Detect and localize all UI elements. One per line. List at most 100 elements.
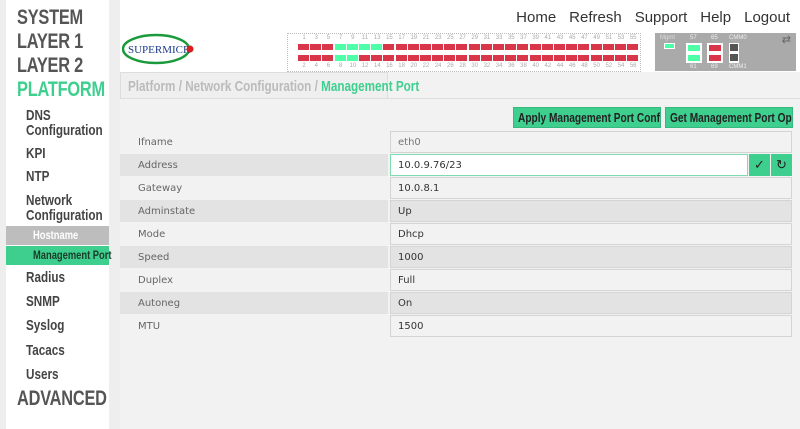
port-26[interactable] bbox=[444, 55, 456, 61]
port-65-69[interactable] bbox=[707, 43, 723, 63]
port-21[interactable] bbox=[419, 44, 431, 50]
nav-layer1[interactable]: LAYER 1 bbox=[17, 30, 83, 54]
port-40[interactable] bbox=[529, 55, 541, 61]
field-value[interactable]: Up bbox=[390, 200, 792, 222]
port-20[interactable] bbox=[407, 55, 419, 61]
port-5[interactable] bbox=[322, 44, 334, 50]
port-9[interactable] bbox=[346, 44, 358, 50]
port-29[interactable] bbox=[468, 44, 480, 50]
nav-layer2[interactable]: LAYER 2 bbox=[17, 54, 83, 78]
mgmt-port[interactable] bbox=[664, 43, 675, 49]
port-4[interactable] bbox=[310, 55, 322, 61]
nav-network-configuration[interactable]: Network Configuration bbox=[26, 193, 104, 223]
port-47[interactable] bbox=[578, 44, 590, 50]
port-2[interactable] bbox=[298, 55, 309, 61]
port-51[interactable] bbox=[602, 44, 614, 50]
port-46[interactable] bbox=[566, 55, 578, 61]
get-management-port-operstate-button[interactable]: Get Management Port Operstate bbox=[665, 107, 793, 128]
breadcrumb-platform[interactable]: Platform bbox=[128, 78, 175, 95]
port-48[interactable] bbox=[578, 55, 590, 61]
port-3[interactable] bbox=[310, 44, 322, 50]
port-7[interactable] bbox=[334, 44, 346, 50]
port-25[interactable] bbox=[444, 44, 456, 50]
field-value[interactable]: On bbox=[390, 292, 792, 314]
field-value[interactable]: Dhcp bbox=[390, 223, 792, 245]
nav-help[interactable]: Help bbox=[700, 9, 731, 26]
port-43[interactable] bbox=[553, 44, 565, 50]
port-17[interactable] bbox=[395, 44, 407, 50]
port-36[interactable] bbox=[505, 55, 517, 61]
cmm-slots[interactable] bbox=[729, 43, 739, 63]
port-57-61[interactable] bbox=[686, 43, 702, 63]
port-42[interactable] bbox=[541, 55, 553, 61]
nav-system[interactable]: SYSTEM bbox=[17, 6, 83, 30]
address-input[interactable]: 10.0.9.76/23 bbox=[390, 154, 748, 176]
port-15[interactable] bbox=[383, 44, 395, 50]
port-18[interactable] bbox=[395, 55, 407, 61]
nav-management-port[interactable]: Management Port bbox=[6, 246, 112, 265]
nav-snmp[interactable]: SNMP bbox=[26, 294, 60, 309]
field-row-gateway: Gateway 10.0.8.1 bbox=[120, 177, 800, 200]
port-12[interactable] bbox=[358, 55, 370, 61]
reset-icon[interactable]: ↻ bbox=[771, 154, 792, 176]
confirm-check-icon[interactable]: ✓ bbox=[749, 154, 770, 176]
refresh-icon[interactable]: ⇄ bbox=[782, 33, 791, 46]
field-value[interactable]: 10.0.8.1 bbox=[390, 177, 792, 199]
port-53[interactable] bbox=[614, 44, 626, 50]
port-45[interactable] bbox=[566, 44, 578, 50]
field-value[interactable]: 1000 bbox=[390, 246, 792, 268]
port-14[interactable] bbox=[371, 55, 383, 61]
port-19[interactable] bbox=[407, 44, 419, 50]
port-27[interactable] bbox=[456, 44, 468, 50]
field-row-adminstate: Adminstate Up bbox=[120, 200, 800, 223]
field-value[interactable]: Full bbox=[390, 269, 792, 291]
port-50[interactable] bbox=[590, 55, 602, 61]
port-52[interactable] bbox=[602, 55, 614, 61]
port-55[interactable] bbox=[627, 44, 639, 50]
port-31[interactable] bbox=[480, 44, 492, 50]
port-22[interactable] bbox=[419, 55, 431, 61]
port-49[interactable] bbox=[590, 44, 602, 50]
nav-dns-configuration[interactable]: DNS Configuration bbox=[26, 108, 104, 138]
port-44[interactable] bbox=[553, 55, 565, 61]
port-6[interactable] bbox=[322, 55, 334, 61]
port-35[interactable] bbox=[505, 44, 517, 50]
port-8[interactable] bbox=[334, 55, 346, 61]
nav-ntp[interactable]: NTP bbox=[26, 169, 49, 184]
port-32[interactable] bbox=[480, 55, 492, 61]
nav-users[interactable]: Users bbox=[26, 367, 59, 382]
port-33[interactable] bbox=[493, 44, 504, 50]
port-41[interactable] bbox=[541, 44, 553, 50]
port-56[interactable] bbox=[627, 55, 639, 61]
breadcrumb-network-configuration[interactable]: Network Configuration bbox=[185, 78, 311, 95]
port-34[interactable] bbox=[493, 55, 504, 61]
port-10[interactable] bbox=[346, 55, 358, 61]
nav-advanced[interactable]: ADVANCED bbox=[17, 387, 107, 411]
nav-platform[interactable]: PLATFORM bbox=[17, 78, 105, 102]
port-24[interactable] bbox=[432, 55, 444, 61]
nav-support[interactable]: Support bbox=[635, 9, 688, 26]
nav-syslog[interactable]: Syslog bbox=[26, 318, 64, 333]
nav-hostname[interactable]: Hostname bbox=[6, 226, 109, 245]
port-11[interactable] bbox=[358, 44, 370, 50]
nav-kpi[interactable]: KPI bbox=[26, 146, 46, 161]
nav-tacacs[interactable]: Tacacs bbox=[26, 343, 65, 358]
nav-home[interactable]: Home bbox=[516, 9, 556, 26]
port-37[interactable] bbox=[517, 44, 529, 50]
nav-logout[interactable]: Logout bbox=[744, 9, 790, 26]
sidebar: SYSTEM LAYER 1 LAYER 2 PLATFORM DNS Conf… bbox=[6, 0, 112, 429]
nav-refresh[interactable]: Refresh bbox=[569, 9, 622, 26]
port-1[interactable] bbox=[298, 44, 309, 50]
port-13[interactable] bbox=[371, 44, 383, 50]
field-label: Speed bbox=[120, 246, 388, 268]
port-54[interactable] bbox=[614, 55, 626, 61]
field-value[interactable]: 1500 bbox=[390, 315, 792, 337]
port-28[interactable] bbox=[456, 55, 468, 61]
apply-management-port-configuration-button[interactable]: Apply Management Port Configuration bbox=[513, 107, 661, 128]
port-38[interactable] bbox=[517, 55, 529, 61]
port-30[interactable] bbox=[468, 55, 480, 61]
port-39[interactable] bbox=[529, 44, 541, 50]
port-23[interactable] bbox=[432, 44, 444, 50]
nav-radius[interactable]: Radius bbox=[26, 270, 65, 285]
port-16[interactable] bbox=[383, 55, 395, 61]
